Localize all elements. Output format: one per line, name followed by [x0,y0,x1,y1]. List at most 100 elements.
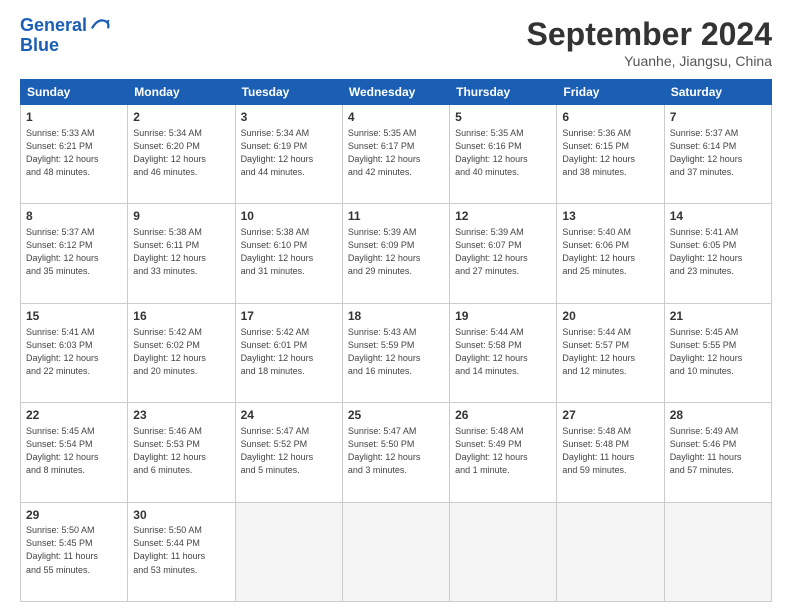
calendar-table: Sunday Monday Tuesday Wednesday Thursday… [20,79,772,602]
col-sunday: Sunday [21,80,128,105]
day-info: Sunrise: 5:40 AMSunset: 6:06 PMDaylight:… [562,226,658,278]
title-area: September 2024 Yuanhe, Jiangsu, China [527,16,772,69]
day-info: Sunrise: 5:49 AMSunset: 5:46 PMDaylight:… [670,425,766,477]
day-number: 17 [241,308,337,325]
day-info: Sunrise: 5:50 AMSunset: 5:45 PMDaylight:… [26,524,122,576]
day-number: 16 [133,308,229,325]
col-friday: Friday [557,80,664,105]
day-info: Sunrise: 5:45 AMSunset: 5:54 PMDaylight:… [26,425,122,477]
day-number: 27 [562,407,658,424]
day-number: 21 [670,308,766,325]
calendar-week-row: 1Sunrise: 5:33 AMSunset: 6:21 PMDaylight… [21,105,772,204]
day-number: 11 [348,208,444,225]
day-number: 29 [26,507,122,524]
day-number: 28 [670,407,766,424]
day-info: Sunrise: 5:38 AMSunset: 6:10 PMDaylight:… [241,226,337,278]
logo-icon [89,13,111,35]
day-info: Sunrise: 5:43 AMSunset: 5:59 PMDaylight:… [348,326,444,378]
day-info: Sunrise: 5:34 AMSunset: 6:19 PMDaylight:… [241,127,337,179]
table-row: 4Sunrise: 5:35 AMSunset: 6:17 PMDaylight… [342,105,449,204]
day-number: 4 [348,109,444,126]
day-number: 10 [241,208,337,225]
table-row: 15Sunrise: 5:41 AMSunset: 6:03 PMDayligh… [21,303,128,402]
day-number: 7 [670,109,766,126]
table-row: 23Sunrise: 5:46 AMSunset: 5:53 PMDayligh… [128,403,235,502]
day-number: 19 [455,308,551,325]
table-row: 26Sunrise: 5:48 AMSunset: 5:49 PMDayligh… [450,403,557,502]
table-row [342,502,449,601]
day-info: Sunrise: 5:48 AMSunset: 5:48 PMDaylight:… [562,425,658,477]
day-number: 30 [133,507,229,524]
day-info: Sunrise: 5:35 AMSunset: 6:16 PMDaylight:… [455,127,551,179]
col-tuesday: Tuesday [235,80,342,105]
calendar-week-row: 15Sunrise: 5:41 AMSunset: 6:03 PMDayligh… [21,303,772,402]
calendar-week-row: 8Sunrise: 5:37 AMSunset: 6:12 PMDaylight… [21,204,772,303]
table-row: 13Sunrise: 5:40 AMSunset: 6:06 PMDayligh… [557,204,664,303]
day-number: 26 [455,407,551,424]
table-row: 28Sunrise: 5:49 AMSunset: 5:46 PMDayligh… [664,403,771,502]
day-info: Sunrise: 5:50 AMSunset: 5:44 PMDaylight:… [133,524,229,576]
day-number: 23 [133,407,229,424]
table-row: 20Sunrise: 5:44 AMSunset: 5:57 PMDayligh… [557,303,664,402]
col-thursday: Thursday [450,80,557,105]
table-row: 6Sunrise: 5:36 AMSunset: 6:15 PMDaylight… [557,105,664,204]
col-monday: Monday [128,80,235,105]
day-info: Sunrise: 5:34 AMSunset: 6:20 PMDaylight:… [133,127,229,179]
table-row: 2Sunrise: 5:34 AMSunset: 6:20 PMDaylight… [128,105,235,204]
day-number: 8 [26,208,122,225]
day-number: 3 [241,109,337,126]
header: General Blue September 2024 Yuanhe, Jian… [20,16,772,69]
day-number: 24 [241,407,337,424]
table-row: 5Sunrise: 5:35 AMSunset: 6:16 PMDaylight… [450,105,557,204]
col-saturday: Saturday [664,80,771,105]
calendar-header-row: Sunday Monday Tuesday Wednesday Thursday… [21,80,772,105]
day-info: Sunrise: 5:48 AMSunset: 5:49 PMDaylight:… [455,425,551,477]
table-row [450,502,557,601]
day-info: Sunrise: 5:35 AMSunset: 6:17 PMDaylight:… [348,127,444,179]
day-info: Sunrise: 5:37 AMSunset: 6:12 PMDaylight:… [26,226,122,278]
day-info: Sunrise: 5:41 AMSunset: 6:05 PMDaylight:… [670,226,766,278]
day-number: 1 [26,109,122,126]
logo-subtext: Blue [20,36,111,56]
day-info: Sunrise: 5:45 AMSunset: 5:55 PMDaylight:… [670,326,766,378]
table-row: 9Sunrise: 5:38 AMSunset: 6:11 PMDaylight… [128,204,235,303]
day-info: Sunrise: 5:42 AMSunset: 6:01 PMDaylight:… [241,326,337,378]
table-row: 7Sunrise: 5:37 AMSunset: 6:14 PMDaylight… [664,105,771,204]
table-row: 10Sunrise: 5:38 AMSunset: 6:10 PMDayligh… [235,204,342,303]
day-number: 2 [133,109,229,126]
day-number: 22 [26,407,122,424]
day-info: Sunrise: 5:44 AMSunset: 5:58 PMDaylight:… [455,326,551,378]
table-row: 25Sunrise: 5:47 AMSunset: 5:50 PMDayligh… [342,403,449,502]
col-wednesday: Wednesday [342,80,449,105]
table-row: 1Sunrise: 5:33 AMSunset: 6:21 PMDaylight… [21,105,128,204]
table-row: 14Sunrise: 5:41 AMSunset: 6:05 PMDayligh… [664,204,771,303]
day-info: Sunrise: 5:33 AMSunset: 6:21 PMDaylight:… [26,127,122,179]
logo: General Blue [20,16,111,56]
day-number: 18 [348,308,444,325]
table-row: 29Sunrise: 5:50 AMSunset: 5:45 PMDayligh… [21,502,128,601]
day-info: Sunrise: 5:47 AMSunset: 5:52 PMDaylight:… [241,425,337,477]
table-row: 18Sunrise: 5:43 AMSunset: 5:59 PMDayligh… [342,303,449,402]
day-info: Sunrise: 5:47 AMSunset: 5:50 PMDaylight:… [348,425,444,477]
table-row: 8Sunrise: 5:37 AMSunset: 6:12 PMDaylight… [21,204,128,303]
page: General Blue September 2024 Yuanhe, Jian… [0,0,792,612]
day-info: Sunrise: 5:39 AMSunset: 6:09 PMDaylight:… [348,226,444,278]
day-number: 5 [455,109,551,126]
table-row: 22Sunrise: 5:45 AMSunset: 5:54 PMDayligh… [21,403,128,502]
table-row: 21Sunrise: 5:45 AMSunset: 5:55 PMDayligh… [664,303,771,402]
day-info: Sunrise: 5:41 AMSunset: 6:03 PMDaylight:… [26,326,122,378]
day-info: Sunrise: 5:39 AMSunset: 6:07 PMDaylight:… [455,226,551,278]
table-row: 17Sunrise: 5:42 AMSunset: 6:01 PMDayligh… [235,303,342,402]
day-info: Sunrise: 5:42 AMSunset: 6:02 PMDaylight:… [133,326,229,378]
day-info: Sunrise: 5:44 AMSunset: 5:57 PMDaylight:… [562,326,658,378]
table-row: 27Sunrise: 5:48 AMSunset: 5:48 PMDayligh… [557,403,664,502]
day-info: Sunrise: 5:38 AMSunset: 6:11 PMDaylight:… [133,226,229,278]
location-subtitle: Yuanhe, Jiangsu, China [527,53,772,69]
day-info: Sunrise: 5:37 AMSunset: 6:14 PMDaylight:… [670,127,766,179]
day-number: 20 [562,308,658,325]
table-row: 24Sunrise: 5:47 AMSunset: 5:52 PMDayligh… [235,403,342,502]
month-title: September 2024 [527,16,772,53]
day-number: 6 [562,109,658,126]
day-number: 9 [133,208,229,225]
day-number: 25 [348,407,444,424]
